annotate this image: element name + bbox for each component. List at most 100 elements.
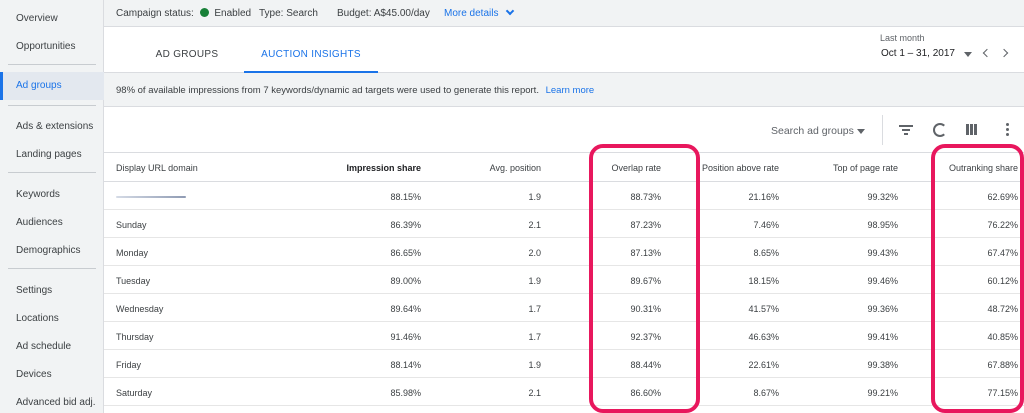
cell-avg-position: 2.1	[528, 220, 541, 230]
outranking-share-highlight	[931, 144, 1024, 413]
date-dropdown-icon[interactable]	[964, 52, 972, 57]
cell-top-of-page-rate: 99.32%	[867, 192, 898, 202]
cell-domain: Saturday	[116, 388, 153, 398]
campaign-status-value: Enabled	[214, 8, 252, 19]
sidebar-item-ad-schedule[interactable]: Ad schedule	[0, 333, 104, 361]
table-row: Friday 88.14% 1.9 88.44% 22.61% 99.38% 67.88%	[104, 350, 1024, 378]
cell-top-of-page-rate: 99.43%	[867, 248, 898, 258]
cell-domain: Thursday	[116, 332, 154, 342]
sidebar: Overview Opportunities Ad groups Ads & e…	[0, 0, 104, 413]
sidebar-divider	[8, 105, 96, 106]
cell-impression-share: 86.65%	[390, 248, 421, 258]
cell-impression-share: 86.39%	[390, 220, 421, 230]
tab-auction-insights[interactable]: AUCTION INSIGHTS	[244, 27, 378, 73]
cell-avg-position: 1.9	[528, 276, 541, 286]
sidebar-item-audiences[interactable]: Audiences	[0, 209, 104, 237]
cell-impression-share: 88.15%	[390, 192, 421, 202]
sidebar-item-locations[interactable]: Locations	[0, 305, 104, 333]
header-impression-share[interactable]: Impression share	[346, 163, 421, 173]
sidebar-item-settings[interactable]: Settings	[0, 277, 104, 305]
notice-text: 98% of available impressions from 7 keyw…	[116, 85, 539, 96]
table-row: Saturday 85.98% 2.1 86.60% 8.67% 99.21% 77.15%	[104, 378, 1024, 406]
table-row: Thursday 91.46% 1.7 92.37% 46.63% 99.41% 40.85…	[104, 322, 1024, 350]
toolbar-divider	[882, 115, 883, 145]
cell-avg-position: 1.9	[528, 360, 541, 370]
cell-impression-share: 88.14%	[390, 360, 421, 370]
redacted-domain	[116, 196, 186, 198]
date-range-label: Last month	[880, 33, 925, 43]
cell-position-above-rate: 18.15%	[748, 276, 779, 286]
report-notice: 98% of available impressions from 7 keyw…	[104, 73, 1024, 107]
table-row: 88.15% 1.9 88.73% 21.16% 99.32% 62.69%	[104, 182, 1024, 210]
sidebar-item-ads-extensions[interactable]: Ads & extensions	[0, 113, 104, 141]
learn-more-link[interactable]: Learn more	[546, 85, 595, 96]
search-ad-groups-label: Search ad groups	[771, 125, 854, 137]
cell-position-above-rate: 41.57%	[748, 304, 779, 314]
sidebar-divider	[8, 64, 96, 65]
cell-position-above-rate: 46.63%	[748, 332, 779, 342]
cell-top-of-page-rate: 98.95%	[867, 220, 898, 230]
header-position-above-rate[interactable]: Position above rate	[702, 163, 779, 173]
sidebar-item-overview[interactable]: Overview	[0, 5, 104, 33]
cell-avg-position: 1.9	[528, 192, 541, 202]
sidebar-item-opportunities[interactable]: Opportunities	[0, 33, 104, 61]
header-display-url-domain[interactable]: Display URL domain	[116, 163, 198, 173]
cell-domain: Sunday	[116, 220, 147, 230]
cell-avg-position: 2.0	[528, 248, 541, 258]
campaign-budget: Budget: A$45.00/day	[337, 8, 430, 19]
cell-domain: Wednesday	[116, 304, 164, 314]
cell-top-of-page-rate: 99.36%	[867, 304, 898, 314]
cell-impression-share: 91.46%	[390, 332, 421, 342]
cell-top-of-page-rate: 99.41%	[867, 332, 898, 342]
date-range-selector[interactable]: Oct 1 – 31, 2017	[881, 48, 955, 59]
cell-avg-position: 1.7	[528, 332, 541, 342]
cell-domain: Tuesday	[116, 276, 151, 286]
chevron-left-icon[interactable]	[981, 49, 991, 59]
cell-position-above-rate: 8.67%	[753, 388, 779, 398]
cell-avg-position: 1.7	[528, 304, 541, 314]
segment-icon[interactable]	[933, 123, 947, 137]
auction-insights-table: Display URL domain Impression share Avg.…	[104, 153, 1024, 413]
table-row: Monday 86.65% 2.0 87.13% 8.65% 99.43% 67.47%	[104, 238, 1024, 266]
campaign-type: Type: Search	[259, 8, 318, 19]
cell-top-of-page-rate: 99.38%	[867, 360, 898, 370]
cell-impression-share: 89.00%	[390, 276, 421, 286]
campaign-status-label: Campaign status:	[116, 8, 194, 19]
cell-position-above-rate: 7.46%	[753, 220, 779, 230]
cell-top-of-page-rate: 99.21%	[867, 388, 898, 398]
cell-impression-share: 85.98%	[390, 388, 421, 398]
cell-position-above-rate: 22.61%	[748, 360, 779, 370]
sidebar-divider	[8, 268, 96, 269]
sidebar-item-landing-pages[interactable]: Landing pages	[0, 141, 104, 169]
cell-top-of-page-rate: 99.46%	[867, 276, 898, 286]
tab-ad-groups[interactable]: AD GROUPS	[142, 27, 232, 73]
cell-domain: Monday	[116, 248, 149, 258]
cell-position-above-rate: 21.16%	[748, 192, 779, 202]
more-details-button[interactable]: More details	[444, 6, 515, 19]
cell-avg-position: 2.1	[528, 388, 541, 398]
sidebar-item-demographics[interactable]: Demographics	[0, 237, 104, 265]
table-row: Wednesday 89.64% 1.7 90.31% 41.57% 99.36% 48.7…	[104, 294, 1024, 322]
sidebar-item-ad-groups[interactable]: Ad groups	[0, 72, 104, 100]
sidebar-item-advanced-bid-adj[interactable]: Advanced bid adj.	[0, 389, 104, 413]
more-details-label: More details	[444, 8, 499, 19]
search-dropdown-icon[interactable]	[857, 129, 865, 134]
cell-position-above-rate: 8.65%	[753, 248, 779, 258]
table-header: Display URL domain Impression share Avg.…	[104, 153, 1024, 182]
sidebar-item-keywords[interactable]: Keywords	[0, 181, 104, 209]
cell-impression-share: 89.64%	[390, 304, 421, 314]
columns-icon[interactable]	[966, 123, 982, 137]
chevron-down-icon	[506, 6, 515, 16]
more-vert-icon[interactable]	[1000, 123, 1016, 137]
header-top-of-page-rate[interactable]: Top of page rate	[833, 163, 898, 173]
filter-icon[interactable]	[899, 123, 915, 137]
table-row: Sunday 86.39% 2.1 87.23% 7.46% 98.95% 76.22%	[104, 210, 1024, 238]
sidebar-divider	[8, 172, 96, 173]
header-avg-position[interactable]: Avg. position	[490, 163, 541, 173]
sidebar-item-devices[interactable]: Devices	[0, 361, 104, 389]
chevron-right-icon[interactable]	[1000, 49, 1010, 59]
table-toolbar: Search ad groups	[104, 107, 1024, 153]
search-ad-groups-dropdown[interactable]: Search ad groups	[771, 125, 854, 137]
enabled-status-icon	[199, 8, 209, 17]
campaign-status: Campaign status: Enabled	[116, 8, 251, 19]
